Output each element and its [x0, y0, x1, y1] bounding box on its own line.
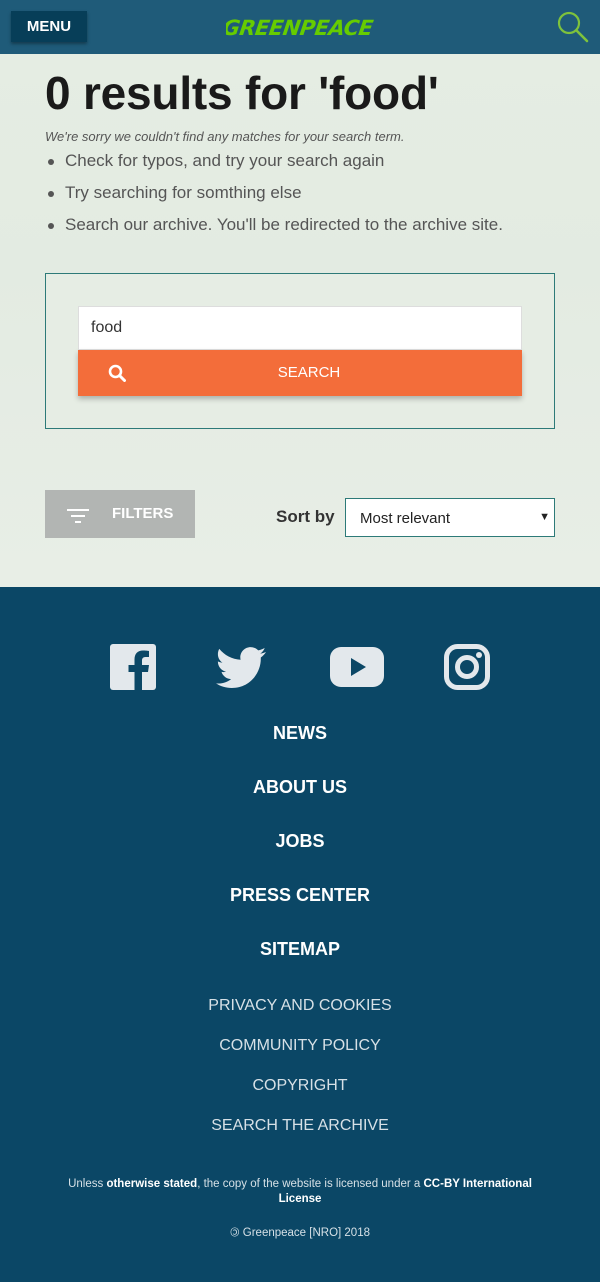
site-footer: NEWS ABOUT US JOBS PRESS CENTER SITEMAP … — [0, 587, 600, 1282]
search-input[interactable] — [78, 306, 522, 350]
search-form: SEARCH — [45, 273, 555, 429]
footer-link-about-us[interactable]: ABOUT US — [0, 777, 600, 798]
no-results-message: We're sorry we couldn't find any matches… — [45, 129, 405, 144]
search-results-section: 0 results for 'food' We're sorry we coul… — [0, 54, 600, 587]
svg-text:GREENPEACE: GREENPEACE — [226, 15, 374, 40]
license-text: Unless otherwise stated, the copy of the… — [60, 1177, 540, 1207]
search-icon[interactable] — [556, 10, 590, 44]
filters-label: FILTERS — [112, 505, 174, 522]
footer-link-news[interactable]: NEWS — [0, 723, 600, 744]
results-title: 0 results for 'food' — [45, 67, 439, 119]
filters-button[interactable]: FILTERS — [45, 490, 195, 538]
footer-link-search-archive[interactable]: SEARCH THE ARCHIVE — [0, 1117, 600, 1135]
twitter-icon[interactable] — [216, 644, 266, 690]
search-button-label: SEARCH — [277, 364, 341, 381]
footer-link-privacy[interactable]: PRIVACY AND COOKIES — [0, 997, 600, 1015]
search-tip: Search our archive. You'll be redirected… — [45, 214, 503, 246]
copyright-text: Greenpeace [NRO] 2018 — [242, 1227, 370, 1239]
youtube-icon[interactable] — [330, 647, 384, 687]
sort-by-label: Sort by — [276, 507, 335, 526]
footer-link-copyright[interactable]: COPYRIGHT — [0, 1077, 600, 1095]
instagram-icon[interactable] — [444, 644, 490, 690]
filter-icon — [67, 509, 89, 523]
sort-selected-value: Most relevant — [360, 510, 451, 527]
otherwise-stated-link[interactable]: otherwise stated — [106, 1178, 197, 1190]
site-header: MENU GREENPEACE — [0, 0, 600, 54]
sort-select[interactable]: Most relevant ▼ — [345, 498, 555, 537]
copyright-notice: 🄯 Greenpeace [NRO] 2018 — [0, 1224, 600, 1240]
search-button[interactable]: SEARCH — [78, 350, 522, 396]
search-tip: Try searching for somthing else — [45, 182, 503, 214]
facebook-icon[interactable] — [110, 644, 156, 690]
search-tips-list: Check for typos, and try your search aga… — [45, 150, 503, 246]
license-prefix: Unless — [68, 1178, 107, 1190]
license-middle: , the copy of the website is licensed un… — [197, 1178, 424, 1190]
footer-link-jobs[interactable]: JOBS — [0, 831, 600, 852]
footer-link-press-center[interactable]: PRESS CENTER — [0, 885, 600, 906]
caret-down-icon: ▼ — [539, 511, 550, 523]
greenpeace-logo[interactable]: GREENPEACE — [226, 12, 374, 42]
search-tip: Check for typos, and try your search aga… — [45, 150, 503, 182]
copyleft-icon: 🄯 — [230, 1227, 240, 1239]
footer-link-community-policy[interactable]: COMMUNITY POLICY — [0, 1037, 600, 1055]
menu-button[interactable]: MENU — [11, 11, 87, 42]
footer-link-sitemap[interactable]: SITEMAP — [0, 939, 600, 960]
